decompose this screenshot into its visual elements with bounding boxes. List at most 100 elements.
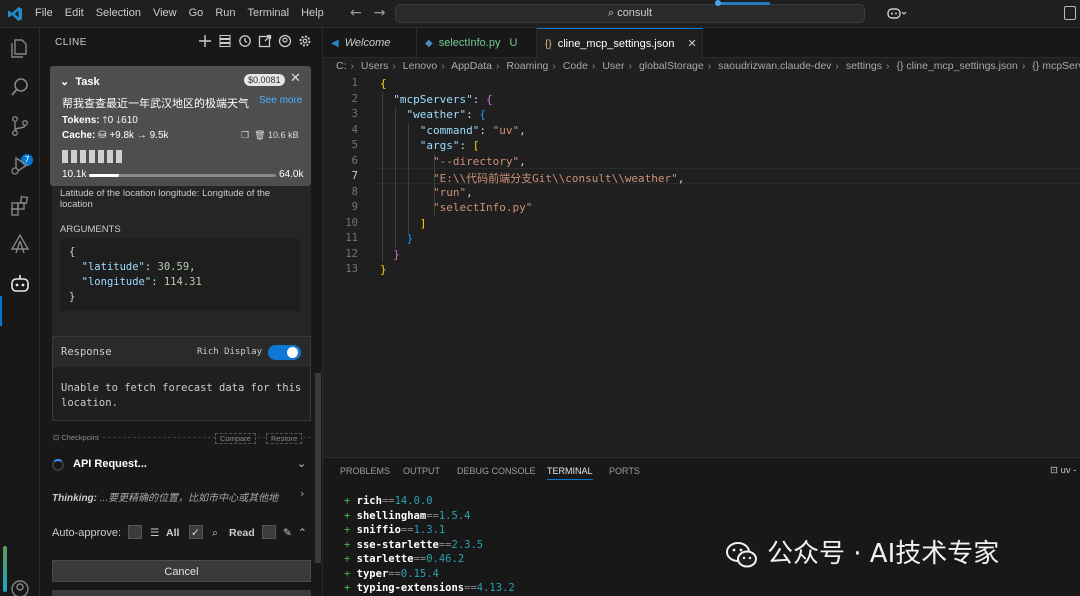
code-editor[interactable]: 1 2 3 4 5 6 7 8 9 10 11 12 13 { "mcpServ… [323,77,1080,457]
copy-icon[interactable]: ❐ [241,130,249,140]
watermark: 公众号 · AI技术专家 [725,533,999,570]
arrow-right-icon: → [136,130,147,141]
copilot-icon[interactable] [887,6,907,23]
compare-button[interactable]: Compare [215,433,256,444]
edit-checkbox[interactable] [262,525,276,539]
tab-cline-mcp-settings[interactable]: {} cline_mcp_settings.json ✕ [537,28,703,58]
restore-button[interactable]: Restore [266,433,303,444]
tool-description: Latitude of the location longitude: Long… [60,188,271,210]
task-header[interactable]: ⌄ Task [60,75,100,88]
auto-approve-label: Auto-approve: [52,527,122,539]
code-line: { [380,77,387,90]
extensions-icon[interactable] [9,194,31,216]
menu-edit[interactable]: Edit [65,7,84,19]
menu-help[interactable]: Help [301,7,324,19]
see-more-link[interactable]: See more [259,95,302,106]
database-icon: ⛁ [98,130,107,141]
menu-run[interactable]: Run [215,7,235,19]
chevron-down-icon[interactable]: ⌄ [297,457,306,470]
cache-label: Cache: [62,130,96,141]
tab-welcome[interactable]: ◀ Welcome [323,28,417,58]
code-line: "E:\\代码前端分支Git\\consult\\weather", [432,172,685,185]
vscode-icon: ◀ [331,38,339,49]
breadcrumb-item[interactable]: globalStorage [639,60,704,72]
history-icon[interactable] [238,34,252,48]
thinking-label: Thinking: [52,493,97,504]
sidebar-scrollbar[interactable] [315,373,321,563]
breadcrumb-item[interactable]: {} cline_mcp_settings.json [896,60,1017,72]
line-number: 3 [351,108,358,120]
menu-file[interactable]: File [35,7,53,19]
list-icon: ☰ [150,527,160,539]
chevron-right-icon[interactable]: › [300,487,304,500]
terminal-label: uv - [1060,465,1077,476]
untracked-badge: U [509,37,518,49]
plus-icon[interactable] [198,34,212,48]
breadcrumb-item[interactable]: settings [846,60,882,72]
close-icon[interactable]: ✕ [688,38,697,50]
tokens-out: 610 [121,115,138,126]
breadcrumb-item[interactable]: Code [563,60,588,72]
secondary-button[interactable] [52,590,311,596]
tab-ports[interactable]: PORTS [609,466,640,476]
chevron-up-icon[interactable]: ⌃ [298,527,307,539]
spinner-icon [52,459,64,471]
breadcrumb-item[interactable]: AppData [451,60,492,72]
tab-terminal[interactable]: TERMINAL [547,466,593,480]
bookmark-icon: ⊡ [53,433,60,442]
cline-robot-icon[interactable] [9,272,31,294]
terminal-line: + shellingham==1.5.4 [344,509,471,522]
size-row: ❐ 🗑 10.6 kB [241,130,299,141]
forward-arrow-icon[interactable]: → [374,5,386,21]
tab-selectinfo[interactable]: ◆ selectInfo.py U [417,28,537,58]
breadcrumb-item[interactable]: Lenovo [403,60,437,72]
server-stack-icon[interactable] [218,34,232,48]
back-arrow-icon[interactable]: ← [350,5,362,21]
search-icon[interactable] [9,76,31,98]
layout-toggle-icon[interactable] [1064,6,1076,20]
cancel-button[interactable]: Cancel [52,560,311,582]
wechat-icon [726,541,757,567]
close-icon[interactable]: ✕ [290,71,301,86]
remote-explorer-icon[interactable] [9,233,31,255]
json-string: "run" [432,185,467,199]
breadcrumb-item[interactable]: C: [336,60,347,72]
explorer-icon[interactable] [9,37,31,59]
line-number: 11 [345,232,358,244]
cline-sidebar: CLINE ⌄ Task $0.0081 ✕ 帮我查查最近一年武汉地区的极端天气… [40,28,323,596]
trash-icon[interactable]: 🗑 [254,130,265,140]
pencil-icon: ✎ [283,527,292,539]
tab-output[interactable]: OUTPUT [403,466,440,476]
menu-go[interactable]: Go [189,7,204,19]
breadcrumb-item[interactable]: User [602,60,624,72]
bottom-panel: PROBLEMS OUTPUT DEBUG CONSOLE TERMINAL P… [323,457,1080,596]
thinking-text: ...要更精确的位置，比如市中心或其他地 [99,493,279,504]
tokens-in: 0 [107,115,114,126]
gear-icon[interactable] [298,34,312,48]
code-line: "run", [432,185,473,199]
rich-display-toggle[interactable] [268,345,301,360]
account-icon[interactable] [9,578,31,596]
run-debug-icon[interactable] [9,154,31,176]
menu-terminal[interactable]: Terminal [248,7,290,19]
terminal-output[interactable]: + rich==14.0.0 + shellingham==1.5.4 + sn… [344,494,515,596]
breadcrumb-item[interactable]: saoudrizwan.claude-dev [718,60,831,72]
terminal-instance[interactable]: ⊡ uv - [1050,465,1076,476]
breadcrumb-item[interactable]: {} mcpServers [1032,60,1080,72]
task-label: Task [75,76,100,88]
menu-selection[interactable]: Selection [96,7,141,19]
api-request-title[interactable]: API Request... [73,458,147,470]
all-checkbox[interactable] [128,525,142,539]
menu-view[interactable]: View [153,7,177,19]
breadcrumb-item[interactable]: Roaming [506,60,548,72]
tab-debug-console[interactable]: DEBUG CONSOLE [457,466,536,476]
auto-approve-row: Auto-approve: ☰ All ✓ ⌕ Read ✎ ⌃ [40,518,322,548]
context-window-fill [89,174,119,177]
source-control-icon[interactable] [9,115,31,137]
breadcrumb-item[interactable]: Users [361,60,388,72]
popout-icon[interactable] [258,34,272,48]
tab-problems[interactable]: PROBLEMS [340,466,390,476]
command-center-search[interactable]: ⌕ consult [395,4,865,23]
account-circle-icon[interactable] [278,34,292,48]
line-number: 2 [351,92,358,105]
